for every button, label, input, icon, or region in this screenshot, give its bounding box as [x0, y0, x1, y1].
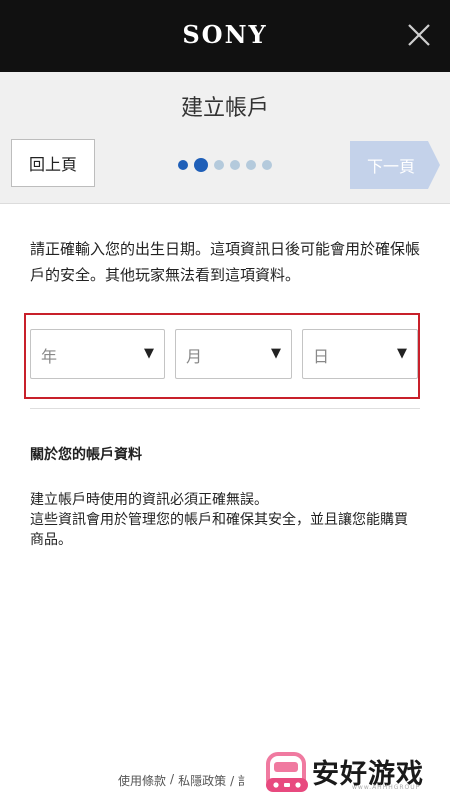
birthdate-field-group: 年 ▼ 月 ▼ 日 ▼ — [24, 313, 420, 399]
about-account-text: 建立帳戶時使用的資訊必須正確無誤。 這些資訊會用於管理您的帳戶和確保其安全，並且… — [30, 490, 420, 550]
about-account-heading: 關於您的帳戶資料 — [30, 447, 142, 463]
step-dot — [246, 160, 256, 170]
year-select[interactable]: 年 ▼ — [30, 329, 165, 379]
section-divider — [30, 408, 420, 409]
step-dot-current — [194, 158, 208, 172]
close-icon — [408, 24, 430, 46]
watermark-url: www.AHHHGROUP — [352, 784, 421, 791]
step-dot — [178, 160, 188, 170]
step-dot — [214, 160, 224, 170]
terms-link[interactable]: 使用條款 — [118, 772, 166, 789]
footer-links: 使用條款 / 私隱政策 / 訁 — [118, 772, 250, 789]
month-select[interactable]: 月 ▼ — [175, 329, 292, 379]
footer-separator: / — [170, 772, 175, 786]
footer-truncated-link: / 訁 — [230, 774, 250, 788]
gamepad-logo-icon — [266, 752, 308, 792]
step-dot — [230, 160, 240, 170]
dropdown-arrow-icon: ▼ — [397, 346, 407, 361]
year-select-label: 年 — [41, 347, 58, 366]
close-button[interactable] — [406, 22, 432, 48]
site-watermark: 安好游戏 www.AHHHGROUP — [264, 748, 448, 798]
about-paragraph-1: 建立帳戶時使用的資訊必須正確無誤。 — [30, 492, 268, 508]
next-button[interactable] — [350, 141, 440, 189]
month-select-label: 月 — [186, 347, 203, 366]
back-button[interactable]: 回上頁 — [11, 139, 95, 187]
day-select[interactable]: 日 ▼ — [302, 329, 418, 379]
dropdown-arrow-icon: ▼ — [271, 346, 281, 361]
sony-logo: SONY — [182, 20, 268, 49]
dropdown-arrow-icon: ▼ — [144, 346, 154, 361]
page-title: 建立帳戶 — [180, 96, 269, 121]
top-bar: SONY — [0, 0, 450, 72]
step-indicator — [178, 157, 272, 173]
about-paragraph-2: 這些資訊會用於管理您的帳戶和確保其安全，並且讓您能購買商品。 — [30, 512, 408, 548]
privacy-link[interactable]: 私隱政策 — [178, 772, 226, 789]
step-dot — [262, 160, 272, 170]
dob-instruction: 請正確輸入您的出生日期。這項資訊日後可能會用於確保帳戶的安全。其他玩家無法看到這… — [30, 240, 421, 284]
day-select-label: 日 — [313, 347, 330, 366]
